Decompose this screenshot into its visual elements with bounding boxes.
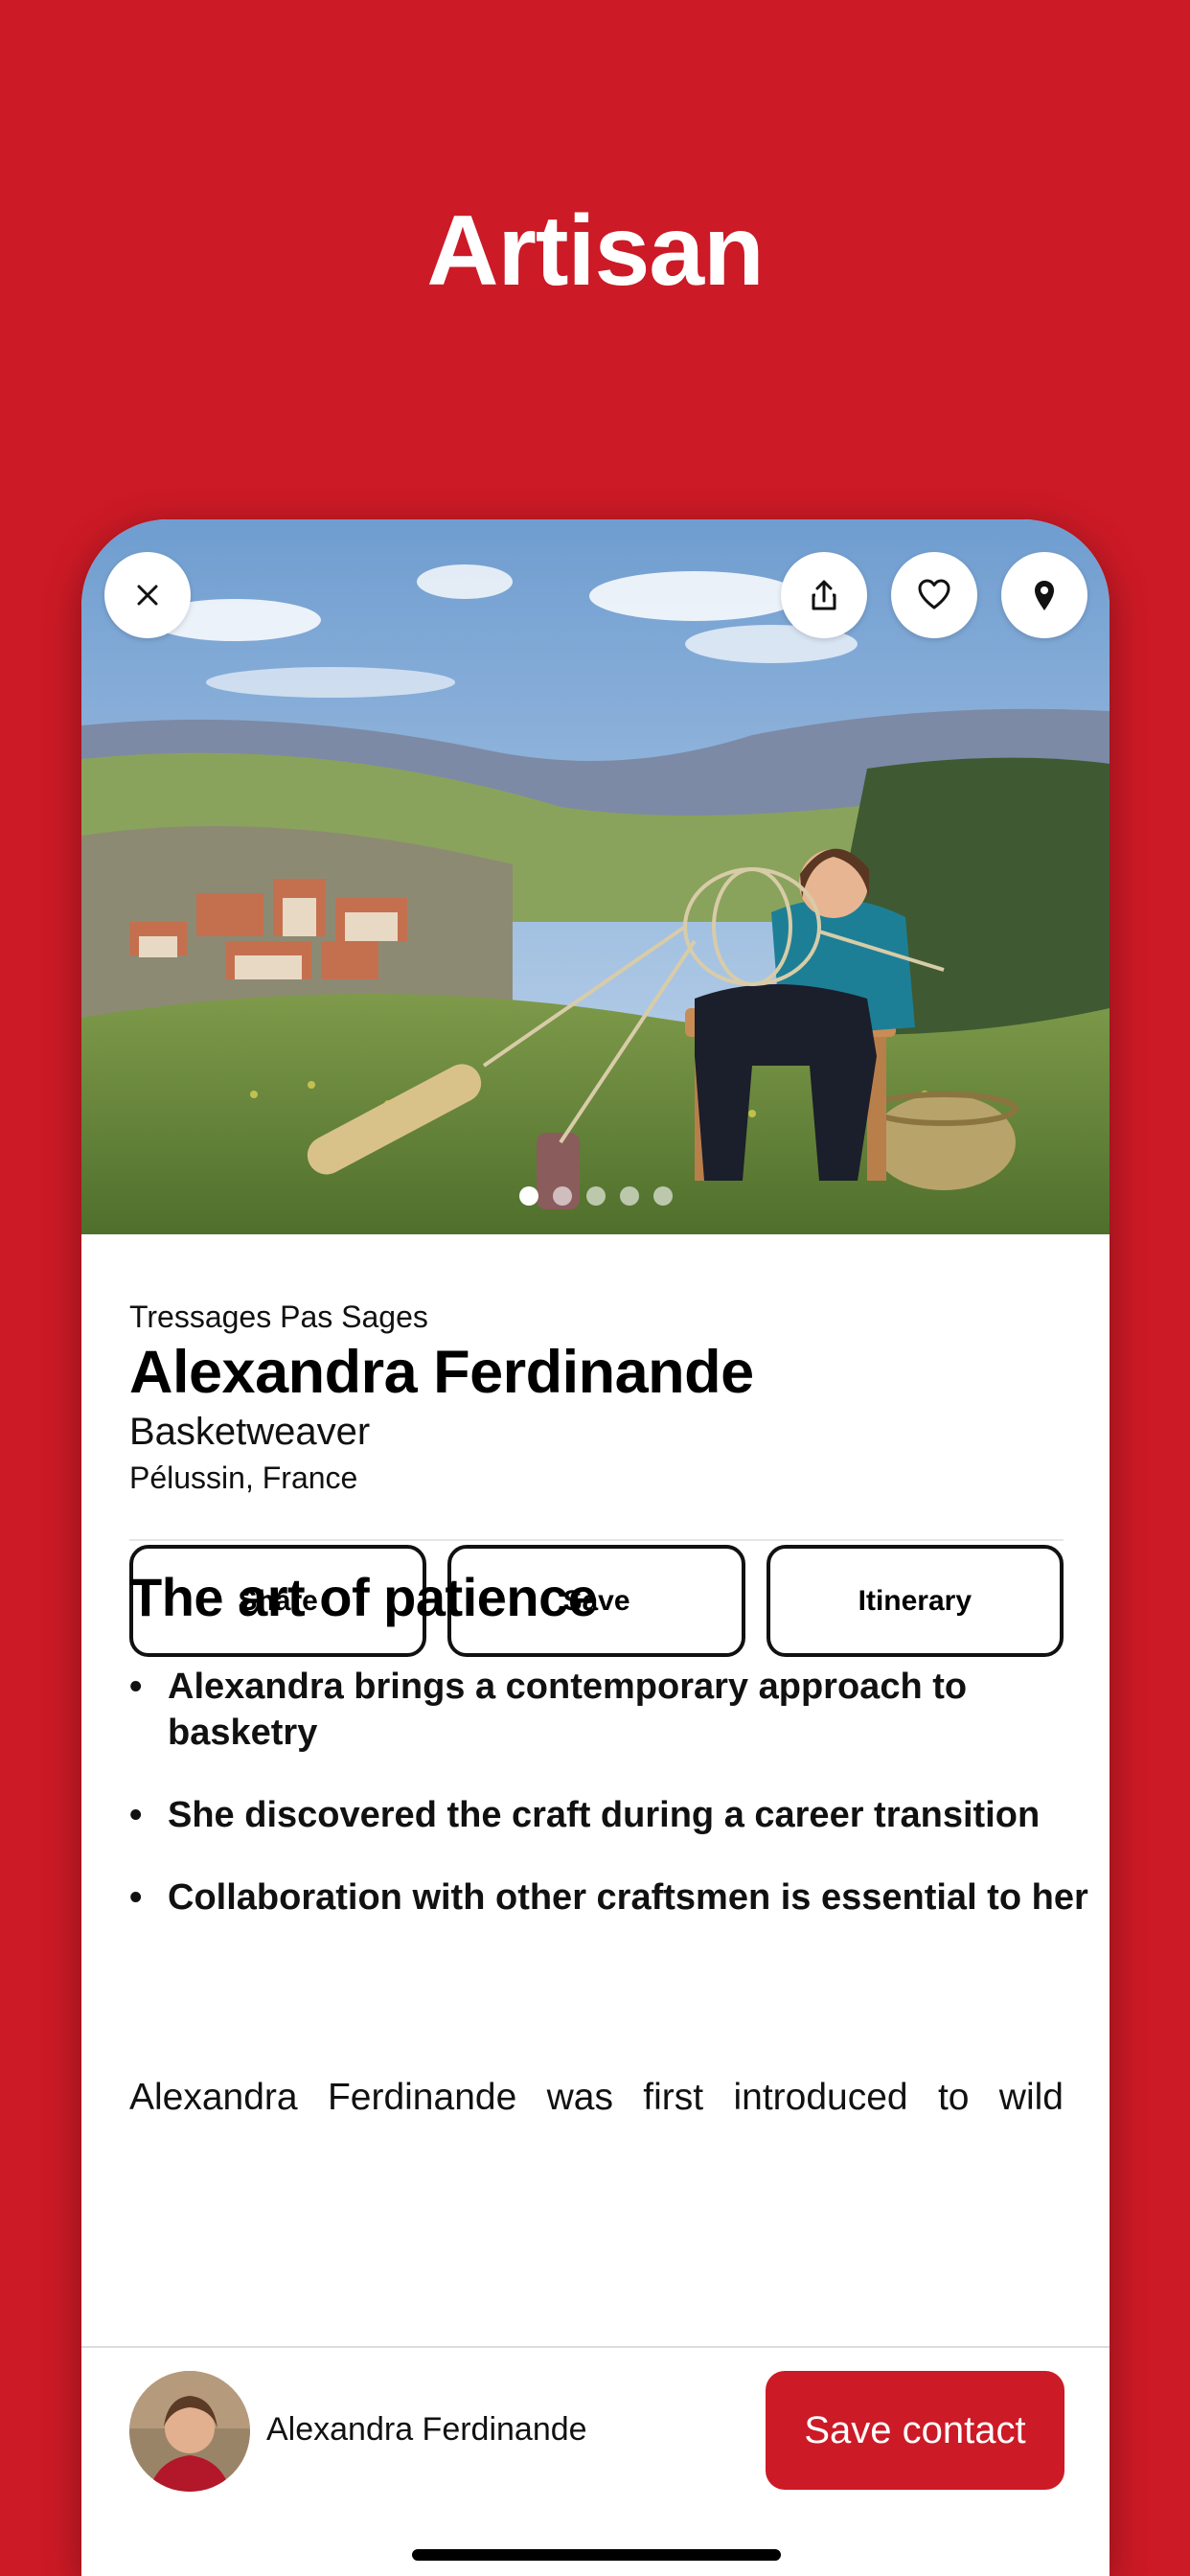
promo-title: Artisan (426, 196, 764, 307)
share-icon-button[interactable] (781, 552, 867, 638)
highlight-item: Collaboration with other craftsmen is es… (129, 1874, 1097, 1920)
itinerary-button[interactable]: Itinerary (766, 1545, 1064, 1657)
close-button[interactable] (104, 552, 191, 638)
phone-screen: Tressages Pas Sages Alexandra Ferdinande… (81, 519, 1110, 2576)
home-indicator[interactable] (412, 2549, 781, 2561)
highlight-item: Alexandra brings a contemporary approach… (129, 1664, 1097, 1756)
highlights-list: Alexandra brings a contemporary approach… (129, 1664, 1097, 1957)
avatar-photo (129, 2371, 250, 2492)
carousel-dot[interactable] (585, 1186, 606, 1206)
bottom-contact-bar: Alexandra Ferdinande Save contact (81, 2346, 1110, 2576)
carousel-dot-active[interactable] (518, 1186, 538, 1206)
carousel-dot[interactable] (652, 1186, 673, 1206)
location-button[interactable] (1001, 552, 1087, 638)
highlight-item: She discovered the craft during a career… (129, 1792, 1097, 1838)
carousel-dot[interactable] (619, 1186, 639, 1206)
section-title: The art of patience (129, 1567, 598, 1627)
close-icon (137, 585, 158, 606)
hero-image[interactable] (81, 519, 1110, 1234)
contact-name: Alexandra Ferdinande (266, 2411, 587, 2448)
carousel-dot[interactable] (552, 1186, 572, 1206)
save-contact-button[interactable]: Save contact (766, 2371, 1064, 2490)
carousel-indicator[interactable] (81, 1186, 1110, 1206)
studio-name: Tressages Pas Sages (129, 1300, 428, 1334)
heart-icon (918, 579, 950, 610)
artisan-role: Basketweaver (129, 1411, 371, 1453)
favorite-button[interactable] (891, 552, 977, 638)
divider (129, 1539, 1064, 1541)
share-icon (812, 580, 836, 610)
map-pin-icon (1035, 581, 1054, 610)
artisan-location: Pélussin, France (129, 1460, 358, 1495)
avatar[interactable] (129, 2371, 250, 2492)
story-paragraph: Alexandra Ferdinande was first introduce… (129, 2077, 1064, 2118)
artisan-name: Alexandra Ferdinande (129, 1339, 754, 1406)
